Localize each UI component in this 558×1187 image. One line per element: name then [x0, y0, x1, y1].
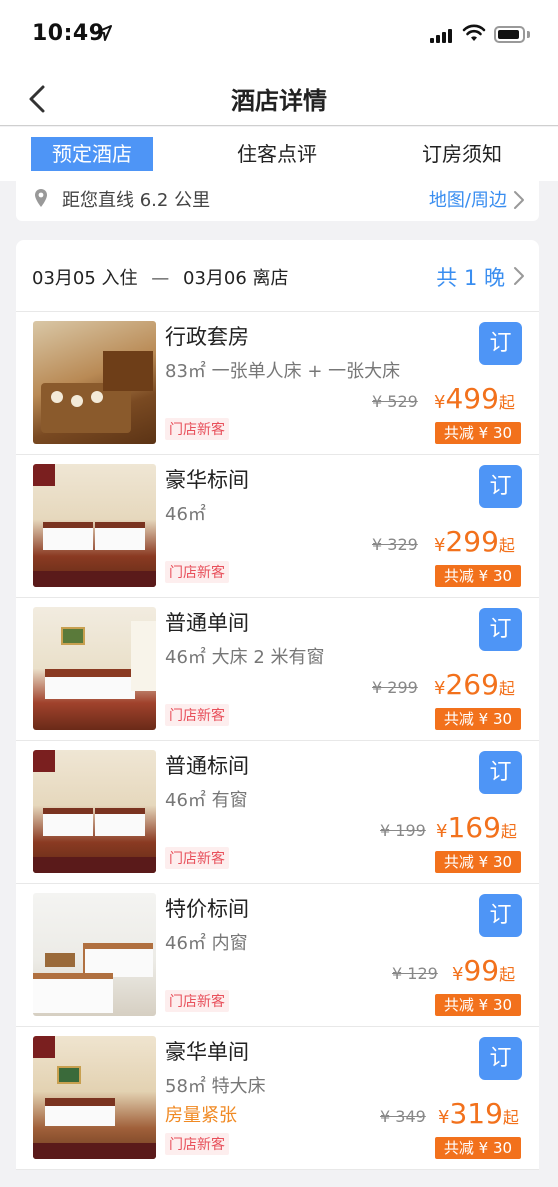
- room-list-card: 03月05 入住 — 03月06 离店 共 1 晚 行政套房 83㎡ 一张单人床…: [16, 240, 539, 1170]
- new-customer-tag: 门店新客: [165, 990, 229, 1012]
- room-photo[interactable]: [33, 1036, 156, 1159]
- stay-date-row[interactable]: 03月05 入住 — 03月06 离店 共 1 晚: [16, 240, 539, 312]
- page-title: 酒店详情: [231, 87, 327, 115]
- chevron-right-icon[interactable]: [513, 190, 525, 210]
- low-availability-alert: 房量紧张: [165, 1105, 237, 1126]
- new-customer-tag: 门店新客: [165, 847, 229, 869]
- original-price: ¥ 349: [380, 1107, 426, 1126]
- book-button[interactable]: 订: [479, 608, 522, 651]
- room-name: 豪华单间: [165, 1040, 249, 1064]
- stay-dates: 03月05 入住 — 03月06 离店: [32, 264, 289, 290]
- room-item[interactable]: 普通单间 46㎡ 大床 2 米有窗 门店新客 订 ¥ 299 ¥269起 共减 …: [16, 598, 539, 741]
- checkin-date: 03月05 入住: [32, 268, 138, 289]
- cellular-signal-icon: [430, 27, 456, 43]
- book-button[interactable]: 订: [479, 751, 522, 794]
- map-pin-icon: [35, 189, 47, 207]
- room-item[interactable]: 豪华单间 58㎡ 特大床 房量紧张 门店新客 订 ¥ 349 ¥319起 共减 …: [16, 1027, 539, 1170]
- book-button[interactable]: 订: [479, 894, 522, 937]
- room-name: 普通标间: [165, 754, 249, 778]
- tab-bar: 预定酒店 住客点评 订房须知: [0, 127, 558, 181]
- new-customer-tag: 门店新客: [165, 561, 229, 583]
- room-photo[interactable]: [33, 607, 156, 730]
- room-desc: 83㎡ 一张单人床 + 一张大床: [165, 361, 401, 382]
- location-card: 距您直线 6.2 公里 地图/周边: [16, 181, 539, 221]
- status-time: 10:49: [32, 21, 105, 46]
- price: ¥319起: [438, 1097, 519, 1130]
- nights-count[interactable]: 共 1 晚: [436, 262, 505, 292]
- battery-tip: [527, 31, 530, 38]
- room-name: 行政套房: [165, 325, 249, 349]
- book-button[interactable]: 订: [479, 322, 522, 365]
- room-desc: 46㎡: [165, 504, 206, 525]
- original-price: ¥ 129: [392, 964, 438, 983]
- map-nearby-link[interactable]: 地图/周边: [429, 186, 507, 212]
- room-desc: 46㎡ 有窗: [165, 790, 248, 811]
- room-desc: 46㎡ 内窗: [165, 933, 248, 954]
- tab-book-hotel[interactable]: 预定酒店: [31, 137, 153, 171]
- price: ¥499起: [434, 382, 515, 415]
- discount-badge: 共减 ¥ 30: [435, 994, 521, 1016]
- price: ¥169起: [436, 811, 517, 844]
- room-desc: 46㎡ 大床 2 米有窗: [165, 647, 325, 668]
- book-button[interactable]: 订: [479, 1037, 522, 1080]
- price: ¥299起: [434, 525, 515, 558]
- original-price: ¥ 329: [372, 535, 418, 554]
- room-photo[interactable]: [33, 321, 156, 444]
- new-customer-tag: 门店新客: [165, 1133, 229, 1155]
- original-price: ¥ 299: [372, 678, 418, 697]
- discount-badge: 共减 ¥ 30: [435, 422, 521, 444]
- status-bar: 10:49: [0, 0, 558, 66]
- distance-text: 距您直线 6.2 公里: [62, 190, 211, 211]
- room-photo[interactable]: [33, 750, 156, 873]
- room-photo[interactable]: [33, 893, 156, 1016]
- discount-badge: 共减 ¥ 30: [435, 565, 521, 587]
- room-item[interactable]: 普通标间 46㎡ 有窗 门店新客 订 ¥ 199 ¥169起 共减 ¥ 30: [16, 741, 539, 884]
- new-customer-tag: 门店新客: [165, 704, 229, 726]
- price: ¥99起: [452, 954, 516, 987]
- checkout-date: 03月06 离店: [183, 268, 289, 289]
- room-desc: 58㎡ 特大床: [165, 1076, 266, 1097]
- chevron-right-icon[interactable]: [513, 266, 525, 286]
- original-price: ¥ 529: [372, 392, 418, 411]
- room-item[interactable]: 行政套房 83㎡ 一张单人床 + 一张大床 门店新客 订 ¥ 529 ¥499起…: [16, 312, 539, 455]
- wifi-icon: [462, 24, 486, 41]
- room-item[interactable]: 豪华标间 46㎡ 门店新客 订 ¥ 329 ¥299起 共减 ¥ 30: [16, 455, 539, 598]
- room-item[interactable]: 特价标间 46㎡ 内窗 门店新客 订 ¥ 129 ¥99起 共减 ¥ 30: [16, 884, 539, 1027]
- original-price: ¥ 199: [380, 821, 426, 840]
- tab-booking-notice[interactable]: 订房须知: [401, 137, 523, 171]
- room-name: 豪华标间: [165, 468, 249, 492]
- new-customer-tag: 门店新客: [165, 418, 229, 440]
- discount-badge: 共减 ¥ 30: [435, 851, 521, 873]
- battery-icon: [494, 26, 525, 43]
- discount-badge: 共减 ¥ 30: [435, 1137, 521, 1159]
- date-separator: —: [151, 268, 170, 289]
- room-name: 普通单间: [165, 611, 249, 635]
- discount-badge: 共减 ¥ 30: [435, 708, 521, 730]
- room-name: 特价标间: [165, 897, 249, 921]
- book-button[interactable]: 订: [479, 465, 522, 508]
- nav-bar: 酒店详情: [0, 66, 558, 126]
- room-photo[interactable]: [33, 464, 156, 587]
- tab-guest-reviews[interactable]: 住客点评: [216, 137, 338, 171]
- price: ¥269起: [434, 668, 515, 701]
- location-arrow-icon: [96, 25, 112, 41]
